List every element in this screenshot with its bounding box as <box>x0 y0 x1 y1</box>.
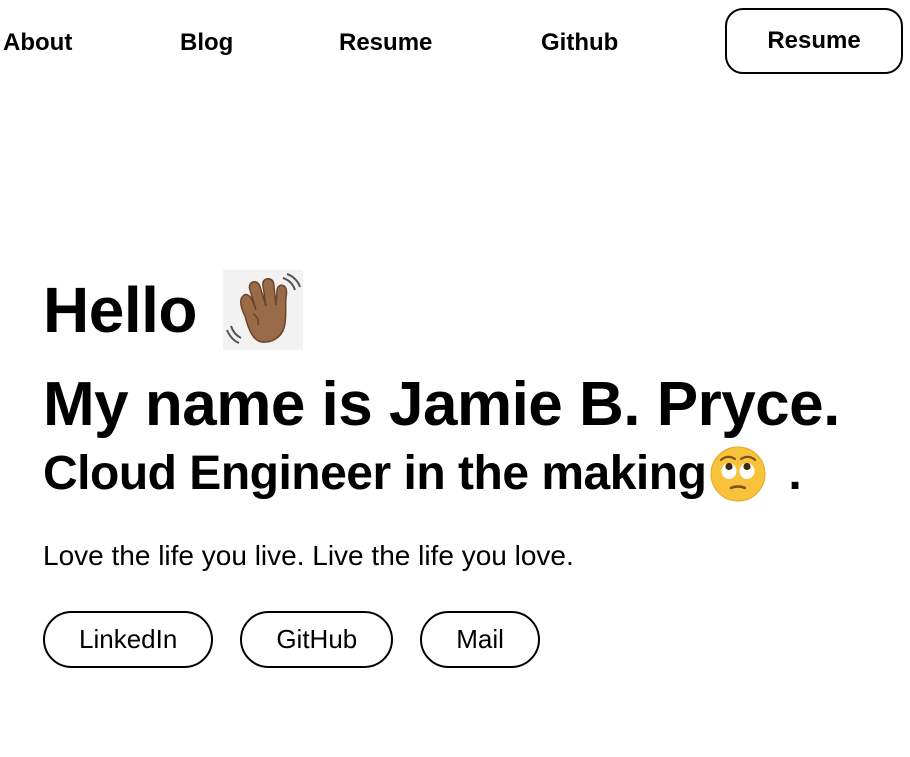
github-button[interactable]: GitHub <box>240 611 394 668</box>
eye-roll-face-icon <box>710 446 766 502</box>
nav-link-blog[interactable]: Blog <box>180 27 233 59</box>
tagline-row: Cloud Engineer in the making . <box>43 446 910 502</box>
motto-text: Love the life you live. Live the life yo… <box>43 540 574 571</box>
waving-hand-icon <box>222 270 303 350</box>
hero-section: Hello My name is Jamie B. Pryce. Cloud E… <box>43 268 910 668</box>
tagline-period: . <box>788 447 802 500</box>
resume-button[interactable]: Resume <box>725 8 903 74</box>
social-links: LinkedIn GitHub Mail <box>43 611 910 668</box>
greeting-row: Hello <box>43 268 910 352</box>
mail-button[interactable]: Mail <box>420 611 540 668</box>
nav-link-resume[interactable]: Resume <box>339 27 432 59</box>
linkedin-button[interactable]: LinkedIn <box>43 611 214 668</box>
name-heading: My name is Jamie B. Pryce. <box>43 370 840 439</box>
tagline-heading: Cloud Engineer in the making <box>43 447 707 500</box>
nav-link-github[interactable]: Github <box>541 27 618 59</box>
nav-link-about[interactable]: About <box>3 27 72 59</box>
greeting-heading: Hello <box>43 274 197 346</box>
page: About Blog Resume Github Resume Hello My… <box>0 0 910 757</box>
